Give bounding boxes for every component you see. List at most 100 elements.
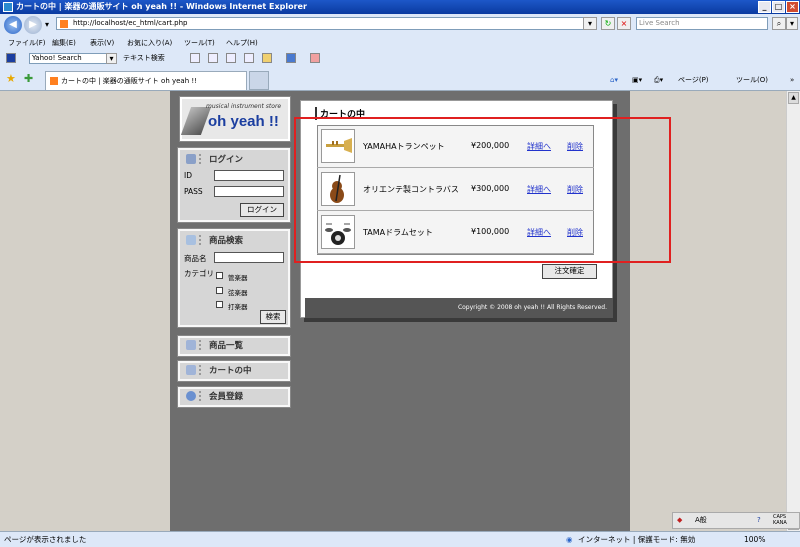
text-search-button[interactable]: テキスト検索 [123, 50, 165, 66]
toolbar-icon-7[interactable] [310, 53, 320, 63]
login-icon [186, 154, 196, 164]
search-options-dropdown[interactable]: ▾ [786, 17, 798, 30]
status-message: ページが表示されました [4, 535, 87, 544]
refresh-button[interactable]: ↻ [601, 17, 615, 30]
ime-language-bar: ◆ A般 ? CAPS KANA [672, 512, 800, 529]
menu-help[interactable]: ヘルプ(H) [226, 36, 258, 50]
page-icon [60, 20, 68, 28]
back-button[interactable]: ◀ [4, 16, 22, 34]
toolbar-icon-6[interactable] [286, 53, 296, 63]
menu-favorites[interactable]: お気に入り(A) [127, 36, 172, 50]
chevron-right-icon[interactable]: » [790, 74, 794, 86]
logo-text: oh yeah !! [208, 113, 279, 130]
toolbar-icon-2[interactable] [208, 53, 218, 63]
tools-menu[interactable]: ツール(O) [736, 74, 768, 86]
tab-cart[interactable]: カートの中 | 楽器の通販サイト oh yeah !! [45, 71, 247, 90]
search-button[interactable]: 検索 [260, 310, 286, 324]
toolbar-icon-4[interactable] [244, 53, 254, 63]
category-checkbox-string[interactable] [216, 287, 223, 294]
category-label: カテゴリ [184, 269, 214, 278]
menu-view[interactable]: 表示(V) [90, 36, 114, 50]
scroll-up-button[interactable]: ▲ [788, 92, 799, 104]
category-percussion-label: 打楽器 [228, 303, 248, 311]
add-favorites-icon[interactable]: ✚ [24, 72, 33, 85]
password-input[interactable] [214, 186, 284, 197]
minimize-button[interactable]: _ [758, 1, 771, 13]
new-tab-button[interactable] [249, 71, 269, 90]
tab-label: カートの中 | 楽器の通販サイト oh yeah !! [61, 77, 197, 85]
category-string-label: 弦楽器 [228, 289, 248, 297]
ie-icon [3, 2, 13, 12]
nav-cart[interactable]: カートの中 [177, 360, 291, 382]
menu-bar: ファイル(F) 編集(E) 表示(V) お気に入り(A) ツール(T) ヘルプ(… [0, 36, 800, 50]
window-title: カートの中 | 楽器の通販サイト oh yeah !! - Windows In… [16, 2, 307, 11]
product-name-label: 商品名 [184, 254, 207, 263]
yahoo-search-select[interactable]: Yahoo! Search [29, 53, 117, 64]
cart-icon [186, 365, 196, 375]
pass-label: PASS [184, 187, 203, 196]
user-icon [186, 391, 196, 401]
address-field[interactable]: http://localhost/ec_html/cart.php [56, 17, 596, 30]
page-icon [50, 77, 58, 85]
category-checkbox-wind[interactable] [216, 272, 223, 279]
zoom-level[interactable]: 100% [744, 532, 765, 547]
site-footer: Copyright © 2008 oh yeah !! All Rights R… [305, 298, 613, 318]
kana-indicator: KANA [773, 520, 787, 526]
stop-button[interactable]: × [617, 17, 631, 30]
window-title-bar: カートの中 | 楽器の通販サイト oh yeah !! - Windows In… [0, 0, 800, 14]
globe-icon: ◉ [566, 535, 573, 544]
product-name-input[interactable] [214, 252, 284, 263]
security-zone[interactable]: インターネット | 保護モード: 無効 [578, 532, 695, 547]
address-dropdown[interactable]: ▾ [583, 17, 597, 30]
url-text: http://localhost/ec_html/cart.php [73, 19, 188, 27]
search-icon[interactable]: ⌕ [772, 17, 786, 30]
id-label: ID [184, 171, 192, 180]
command-bar: ⌂▾ ▣▾ ⎙▾ ページ(P) ツール(O) » [610, 74, 800, 86]
close-button[interactable]: × [786, 1, 799, 13]
home-icon[interactable]: ⌂▾ [610, 74, 618, 86]
login-heading-text: ログイン [209, 155, 244, 165]
login-heading: ログイン [186, 154, 243, 166]
maximize-button[interactable]: □ [772, 1, 785, 13]
search-heading: 商品検索 [186, 235, 243, 247]
guitar-icon [180, 107, 212, 135]
vertical-scrollbar[interactable]: ▲ ▼ [786, 91, 800, 531]
ime-icon[interactable]: ◆ [677, 513, 682, 528]
print-icon[interactable]: ⎙▾ [654, 74, 663, 86]
menu-file[interactable]: ファイル(F) [8, 36, 46, 50]
product-search-panel: 商品検索 商品名 カテゴリ 管楽器 弦楽器 打楽器 検索 [177, 228, 291, 328]
feeds-icon[interactable]: ▣▾ [632, 74, 642, 86]
forward-button[interactable]: ▶ [24, 16, 42, 34]
copyright: Copyright © 2008 oh yeah !! All Rights R… [457, 304, 607, 311]
category-wind-label: 管楽器 [228, 274, 248, 282]
nav-product-list-label: 商品一覧 [209, 341, 244, 351]
live-search-input[interactable]: Live Search [636, 17, 768, 30]
id-input[interactable] [214, 170, 284, 181]
nav-cart-label: カートの中 [209, 366, 252, 376]
logo-subtitle: musical instrument store [206, 103, 282, 110]
page-menu[interactable]: ページ(P) [678, 74, 709, 86]
folder-icon[interactable] [262, 53, 272, 63]
yahoo-icon[interactable] [6, 53, 16, 63]
search-heading-text: 商品検索 [209, 236, 244, 246]
highlight-box [294, 117, 671, 263]
help-icon[interactable]: ? [757, 513, 761, 528]
category-checkbox-percussion[interactable] [216, 301, 223, 308]
yahoo-search-dropdown[interactable]: ▾ [106, 53, 117, 64]
toolbar-icon-3[interactable] [226, 53, 236, 63]
confirm-order-button[interactable]: 注文確定 [542, 264, 597, 279]
menu-tools[interactable]: ツール(T) [184, 36, 215, 50]
login-panel: ログイン ID PASS ログイン [177, 147, 291, 223]
scissors-icon[interactable] [190, 53, 200, 63]
menu-edit[interactable]: 編集(E) [52, 36, 76, 50]
magnifier-icon [186, 235, 196, 245]
nav-register-label: 会員登録 [209, 392, 244, 402]
recent-pages-dropdown[interactable]: ▾ [42, 19, 52, 32]
nav-product-list[interactable]: 商品一覧 [177, 335, 291, 357]
site-logo[interactable]: musical instrument store oh yeah !! [179, 96, 291, 142]
favorites-star-icon[interactable]: ★ [6, 72, 16, 85]
ime-mode[interactable]: A般 [695, 513, 707, 528]
list-icon [186, 340, 196, 350]
login-button[interactable]: ログイン [240, 203, 284, 217]
nav-register[interactable]: 会員登録 [177, 386, 291, 408]
